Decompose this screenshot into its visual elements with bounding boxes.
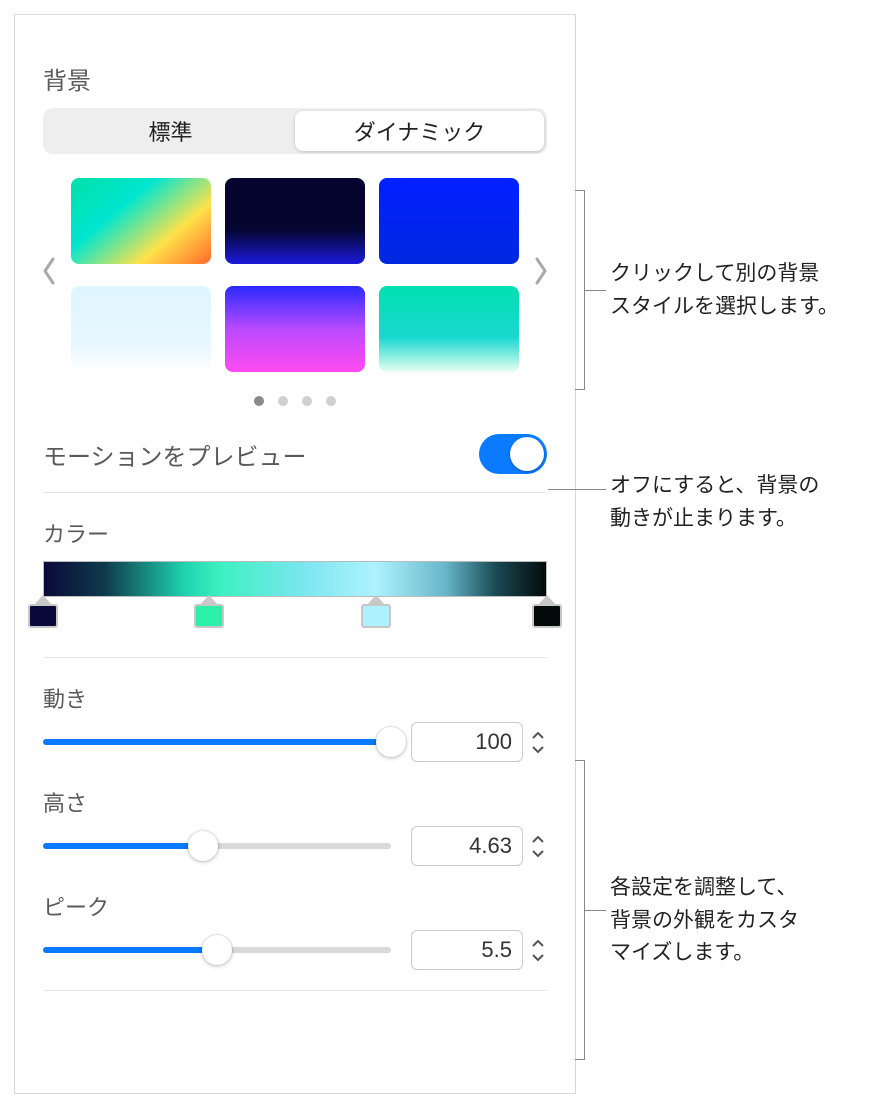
divider xyxy=(43,990,547,991)
height-value-input[interactable] xyxy=(411,826,523,866)
pager-dots[interactable] xyxy=(43,396,547,406)
motion-slider-label: 動き xyxy=(43,682,547,714)
peak-slider-row xyxy=(43,930,547,970)
background-thumbnail[interactable] xyxy=(71,178,211,264)
motion-slider-row xyxy=(43,722,547,762)
tab-dynamic[interactable]: ダイナミック xyxy=(295,111,544,151)
pager-dot[interactable] xyxy=(302,396,312,406)
pager-dot[interactable] xyxy=(254,396,264,406)
peak-stepper[interactable] xyxy=(529,936,547,964)
stepper-up-icon[interactable] xyxy=(529,832,547,846)
callout-toggle-text: オフにすると、背景の 動きが止まります。 xyxy=(610,470,819,535)
gradient-stop[interactable] xyxy=(361,595,391,628)
height-slider[interactable] xyxy=(43,830,391,862)
background-title: 背景 xyxy=(43,61,547,96)
height-slider-row xyxy=(43,826,547,866)
color-gradient-strip[interactable] xyxy=(43,561,547,597)
motion-preview-toggle[interactable] xyxy=(479,434,547,474)
divider xyxy=(43,657,547,658)
stepper-up-icon[interactable] xyxy=(529,728,547,742)
toggle-knob xyxy=(510,437,544,471)
motion-preview-label: モーションをプレビュー xyxy=(43,437,307,472)
background-mode-segmented[interactable]: 標準 ダイナミック xyxy=(43,108,547,154)
motion-slider[interactable] xyxy=(43,726,391,758)
background-thumbnail[interactable] xyxy=(225,178,365,264)
chevron-left-icon[interactable] xyxy=(41,257,57,293)
color-gradient-stops[interactable] xyxy=(43,595,547,633)
stepper-down-icon[interactable] xyxy=(529,742,547,756)
chevron-right-icon[interactable] xyxy=(533,257,549,293)
peak-slider[interactable] xyxy=(43,934,391,966)
stepper-up-icon[interactable] xyxy=(529,936,547,950)
color-label: カラー xyxy=(43,517,547,549)
motion-stepper[interactable] xyxy=(529,728,547,756)
gradient-stop[interactable] xyxy=(194,595,224,628)
tab-standard[interactable]: 標準 xyxy=(46,111,295,151)
stepper-down-icon[interactable] xyxy=(529,950,547,964)
background-thumbnail[interactable] xyxy=(379,178,519,264)
gradient-stop[interactable] xyxy=(532,595,562,628)
background-thumbnail[interactable] xyxy=(379,286,519,372)
stepper-down-icon[interactable] xyxy=(529,846,547,860)
callout-style-text: クリックして別の背景 スタイルを選択します。 xyxy=(610,258,839,323)
background-thumbnail[interactable] xyxy=(71,286,211,372)
height-slider-label: 高さ xyxy=(43,786,547,818)
background-thumbnail[interactable] xyxy=(225,286,365,372)
motion-value-input[interactable] xyxy=(411,722,523,762)
callout-sliders: 各設定を調整して、 背景の外観をカスタ マイズします。 xyxy=(576,760,886,1060)
gradient-stop[interactable] xyxy=(28,595,58,628)
inspector-panel: 背景 標準 ダイナミック モーションをプレビュー カラー 動き xyxy=(14,14,576,1094)
motion-preview-row: モーションをプレビュー xyxy=(43,434,547,493)
peak-value-input[interactable] xyxy=(411,930,523,970)
pager-dot[interactable] xyxy=(278,396,288,406)
callout-style: クリックして別の背景 スタイルを選択します。 xyxy=(576,190,886,390)
peak-slider-label: ピーク xyxy=(43,890,547,922)
height-stepper[interactable] xyxy=(529,832,547,860)
background-thumbnails xyxy=(43,178,547,372)
pager-dot[interactable] xyxy=(326,396,336,406)
callout-sliders-text: 各設定を調整して、 背景の外観をカスタ マイズします。 xyxy=(610,872,799,970)
